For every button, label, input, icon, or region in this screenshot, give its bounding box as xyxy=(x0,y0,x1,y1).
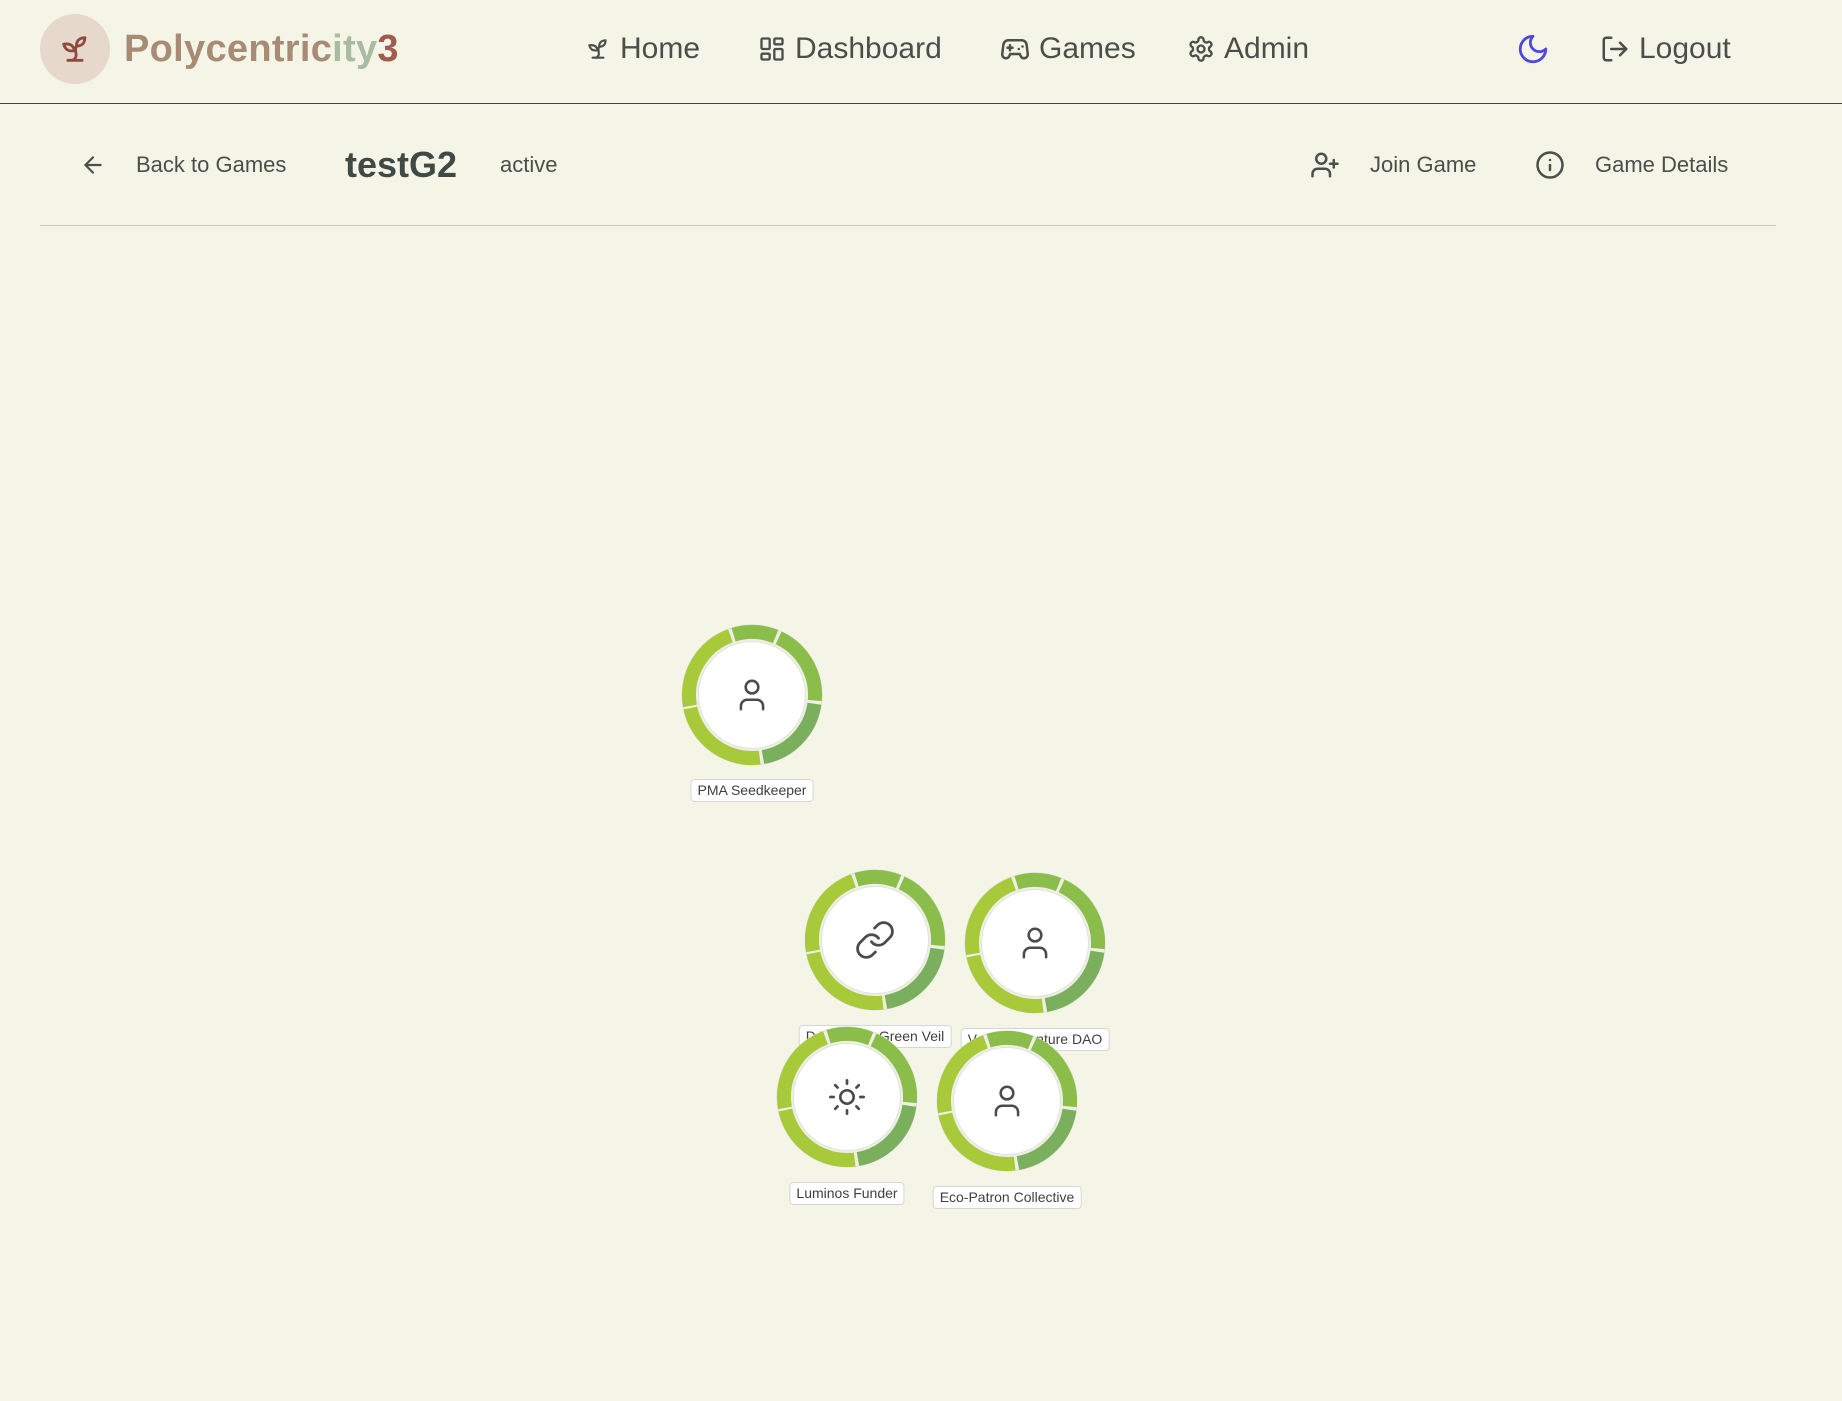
node-avatar xyxy=(793,1043,901,1151)
top-navbar: Polycentricity3 Home Dashboard Games Adm… xyxy=(0,0,1842,104)
node-label: Eco-Patron Collective xyxy=(932,1186,1082,1209)
arrow-left-icon xyxy=(84,156,102,174)
moon-icon xyxy=(1518,34,1548,64)
sprout-icon xyxy=(588,39,607,59)
nav-dashboard[interactable]: Dashboard xyxy=(758,24,942,74)
node-avatar xyxy=(821,886,929,994)
nav-games-label: Games xyxy=(1039,32,1136,65)
nav-admin-label: Admin xyxy=(1224,32,1310,65)
person-icon xyxy=(739,679,765,711)
nav-admin[interactable]: Admin xyxy=(1187,24,1309,74)
info-icon xyxy=(1536,151,1564,179)
person-icon xyxy=(994,1085,1020,1117)
node-label: PMA Seedkeeper xyxy=(690,779,814,802)
game-title: testG2 xyxy=(345,144,458,185)
logout-label: Logout xyxy=(1639,32,1731,65)
link-icon xyxy=(856,921,894,959)
graph-node-luminos-funder[interactable] xyxy=(775,1025,919,1169)
game-graph-canvas[interactable]: PMA Seedkeeper DAO of the Green Veil Ver… xyxy=(0,227,1842,1401)
logout-button[interactable]: Logout xyxy=(1600,24,1731,74)
game-details-button[interactable]: Game Details xyxy=(1535,105,1728,225)
node-label: Luminos Funder xyxy=(789,1182,905,1205)
sprout-icon xyxy=(62,36,87,62)
brand-name[interactable]: Polycentricity3 xyxy=(124,26,399,72)
theme-toggle-button[interactable] xyxy=(1516,24,1550,74)
node-avatar xyxy=(981,889,1089,997)
back-to-games-button[interactable]: Back to Games xyxy=(80,105,286,225)
person-icon xyxy=(1022,927,1048,959)
nav-games[interactable]: Games xyxy=(1000,24,1136,74)
game-details-label: Game Details xyxy=(1595,152,1729,177)
brand-part-2: ity xyxy=(332,28,378,70)
graph-node-eco-patron-collective[interactable] xyxy=(935,1029,1079,1173)
nav-dashboard-label: Dashboard xyxy=(795,32,942,65)
dashboard-grid-icon xyxy=(760,37,784,61)
node-avatar xyxy=(698,641,806,749)
brand-part-3: 3 xyxy=(377,28,399,70)
node-avatar xyxy=(953,1047,1061,1155)
graph-node-dao-of-the-green-veil[interactable] xyxy=(803,868,947,1012)
join-game-button[interactable]: Join Game xyxy=(1310,105,1476,225)
graph-node-verdant-venture-dao[interactable] xyxy=(963,871,1107,1015)
join-game-label: Join Game xyxy=(1370,152,1477,177)
logo[interactable] xyxy=(40,14,110,84)
sun-icon xyxy=(829,1079,865,1115)
game-header: Back to Games testG2 active Join Game Ga… xyxy=(40,105,1776,226)
nav-home[interactable]: Home xyxy=(585,24,700,74)
brand-part-1: Polycentric xyxy=(124,28,333,70)
logout-icon xyxy=(1602,36,1628,62)
user-plus-icon xyxy=(1311,152,1339,178)
back-to-games-label: Back to Games xyxy=(136,152,287,177)
gamepad-icon xyxy=(1001,39,1029,60)
nav-home-label: Home xyxy=(620,32,701,65)
graph-node-pma-seedkeeper[interactable] xyxy=(680,623,824,767)
gear-icon xyxy=(1189,36,1213,62)
game-status: active xyxy=(500,152,558,177)
